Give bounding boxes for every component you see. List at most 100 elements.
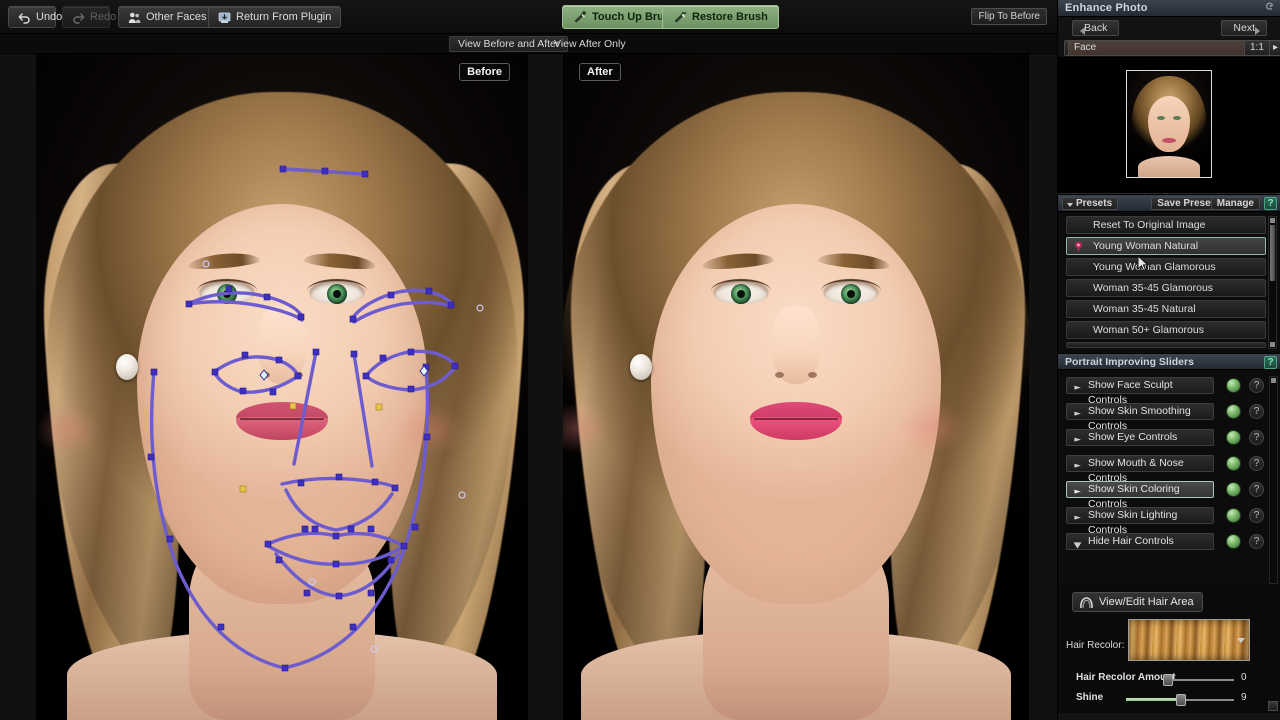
zoom-more-label: ▸	[1273, 42, 1279, 53]
zoom-face-label: Face	[1074, 42, 1097, 53]
show-skin-coloring-controls-button[interactable]: Show Skin Coloring Controls	[1066, 481, 1214, 510]
presets-help-button[interactable]: ?	[1264, 197, 1277, 210]
show-skin-smoothing-controls-button[interactable]: Show Skin Smoothing Controls	[1066, 403, 1214, 432]
hair-recolor-amount-value: 0	[1241, 672, 1247, 683]
zoom-one-to-one-button[interactable]: 1:1	[1244, 40, 1270, 56]
help-button[interactable]: ?	[1249, 404, 1264, 419]
after-label: After	[579, 63, 621, 81]
presets-header: Presets Save Preset Manage ?	[1058, 194, 1280, 212]
show-eye-controls-button[interactable]: Show Eye Controls	[1066, 429, 1214, 446]
after-image-pane[interactable]: After	[563, 54, 1029, 720]
preset-item[interactable]: Young Woman Glamorous	[1066, 258, 1266, 276]
view-edit-hair-area-button[interactable]: View/Edit Hair Area	[1072, 592, 1203, 612]
help-button[interactable]: ?	[1249, 430, 1264, 445]
preview-thumbnail-area[interactable]	[1058, 58, 1280, 194]
before-image-pane[interactable]: Before	[36, 54, 528, 720]
preset-item-partial[interactable]	[1066, 342, 1266, 348]
tab-view-after-only[interactable]: View After Only	[546, 36, 634, 52]
preset-label: Young Woman Natural	[1093, 240, 1199, 252]
shine-knob[interactable]	[1176, 694, 1186, 706]
presets-scroll-thumb[interactable]	[1270, 225, 1275, 281]
control-row: Show Skin Coloring Controls ?	[1066, 480, 1266, 510]
control-row: Show Skin Smoothing Controls ?	[1066, 402, 1266, 432]
chevron-down-icon[interactable]	[1237, 638, 1245, 643]
after-portrait-image	[563, 54, 1029, 720]
preset-item-selected[interactable]: Young Woman Natural	[1066, 237, 1266, 255]
next-button[interactable]: Next	[1221, 20, 1267, 36]
return-plugin-icon	[218, 11, 231, 24]
presets-scrollbar[interactable]	[1268, 216, 1277, 349]
presets-list[interactable]: Reset To Original Image Young Woman Natu…	[1058, 212, 1280, 353]
zoom-one-to-one-label: 1:1	[1250, 42, 1264, 53]
restore-brush-button[interactable]: Restore Brush	[662, 5, 779, 29]
preset-item[interactable]: Woman 35-45 Glamorous	[1066, 279, 1266, 297]
manage-presets-button[interactable]: Manage	[1210, 197, 1260, 210]
zoom-more-button[interactable]: ▸	[1269, 40, 1280, 56]
help-button[interactable]: ?	[1249, 534, 1264, 549]
redo-button[interactable]: Redo	[62, 6, 116, 28]
toggle-indicator[interactable]	[1226, 430, 1241, 445]
preset-item[interactable]: Woman 50+ Glamorous	[1066, 321, 1266, 339]
preset-label: Young Woman Glamorous	[1093, 261, 1216, 273]
presets-help-label: ?	[1267, 198, 1274, 209]
control-row: Show Skin Lighting Controls ?	[1066, 506, 1266, 536]
toggle-indicator[interactable]	[1226, 404, 1241, 419]
flag-right-icon	[1073, 487, 1082, 497]
toggle-indicator[interactable]	[1226, 508, 1241, 523]
shine-track[interactable]	[1186, 699, 1234, 701]
redo-arrow-icon	[72, 11, 85, 24]
toggle-indicator[interactable]	[1226, 378, 1241, 393]
help-swirl-icon[interactable]	[1264, 1, 1275, 15]
shine-track-fill	[1126, 698, 1178, 701]
help-button[interactable]: ?	[1249, 508, 1264, 523]
photo-enhance-app: Undo Redo Other Faces Return From Plugin	[0, 0, 1280, 720]
flag-right-icon	[1073, 435, 1082, 445]
redo-label: Redo	[90, 11, 117, 23]
people-icon	[128, 11, 141, 24]
resize-grip[interactable]	[1268, 701, 1278, 711]
hair-controls-section: View/Edit Hair Area Hair Recolor: Hair R…	[1058, 586, 1280, 713]
control-row: Show Eye Controls ?	[1066, 428, 1266, 454]
sliders-scrollbar[interactable]	[1269, 376, 1278, 584]
help-button[interactable]: ?	[1249, 456, 1264, 471]
toggle-indicator[interactable]	[1226, 456, 1241, 471]
tab-view-after-only-label: View After Only	[554, 38, 626, 50]
show-skin-lighting-controls-button[interactable]: Show Skin Lighting Controls	[1066, 507, 1214, 536]
hair-recolor-label: Hair Recolor:	[1066, 640, 1125, 651]
presets-dropdown-button[interactable]: Presets	[1062, 197, 1119, 210]
zoom-row: Zoom Fit Face 1:1 ▸	[1058, 38, 1280, 58]
help-label: ?	[1253, 458, 1260, 469]
view-tab-row: View Before and After View After Only	[0, 34, 1057, 54]
help-label: ?	[1253, 380, 1260, 391]
toggle-indicator[interactable]	[1226, 534, 1241, 549]
preset-item[interactable]: Woman 35-45 Natural	[1066, 300, 1266, 318]
scroll-down-arrow-icon[interactable]	[1270, 342, 1275, 347]
sliders-help-button[interactable]: ?	[1264, 356, 1277, 369]
flag-right-icon	[1073, 409, 1082, 419]
scroll-up-arrow-icon[interactable]	[1271, 378, 1276, 383]
hair-recolor-amount-track[interactable]	[1172, 679, 1234, 681]
flip-to-before-button[interactable]: Flip To Before	[971, 8, 1047, 25]
help-button[interactable]: ?	[1249, 482, 1264, 497]
hair-recolor-swatch[interactable]	[1128, 619, 1250, 661]
toggle-indicator[interactable]	[1226, 482, 1241, 497]
show-face-sculpt-controls-button[interactable]: Show Face Sculpt Controls	[1066, 377, 1214, 406]
sliders-control-list[interactable]: Show Face Sculpt Controls ? Show Skin Sm…	[1058, 370, 1280, 586]
flag-right-icon	[1073, 513, 1082, 523]
save-preset-button[interactable]: Save Preset	[1151, 197, 1220, 210]
hide-hair-controls-button[interactable]: Hide Hair Controls	[1066, 533, 1214, 550]
help-button[interactable]: ?	[1249, 378, 1264, 393]
show-mouth-and-nose-controls-button[interactable]: Show Mouth & Nose Controls	[1066, 455, 1214, 484]
other-faces-button[interactable]: Other Faces	[118, 6, 217, 28]
undo-button[interactable]: Undo	[8, 6, 62, 28]
return-from-plugin-button[interactable]: Return From Plugin	[208, 6, 342, 28]
sliders-section-header: Portrait Improving Sliders ?	[1058, 353, 1280, 370]
image-viewport[interactable]: Before After	[0, 54, 1057, 720]
shine-label: Shine	[1076, 692, 1104, 703]
control-row: Hide Hair Controls ?	[1066, 532, 1266, 558]
back-button[interactable]: Back	[1072, 20, 1120, 36]
hair-recolor-amount-label: Hair Recolor Amount	[1076, 672, 1176, 683]
preset-label: Woman 35-45 Glamorous	[1093, 282, 1214, 294]
preset-item[interactable]: Reset To Original Image	[1066, 216, 1266, 234]
scroll-up-arrow-icon[interactable]	[1270, 218, 1275, 223]
